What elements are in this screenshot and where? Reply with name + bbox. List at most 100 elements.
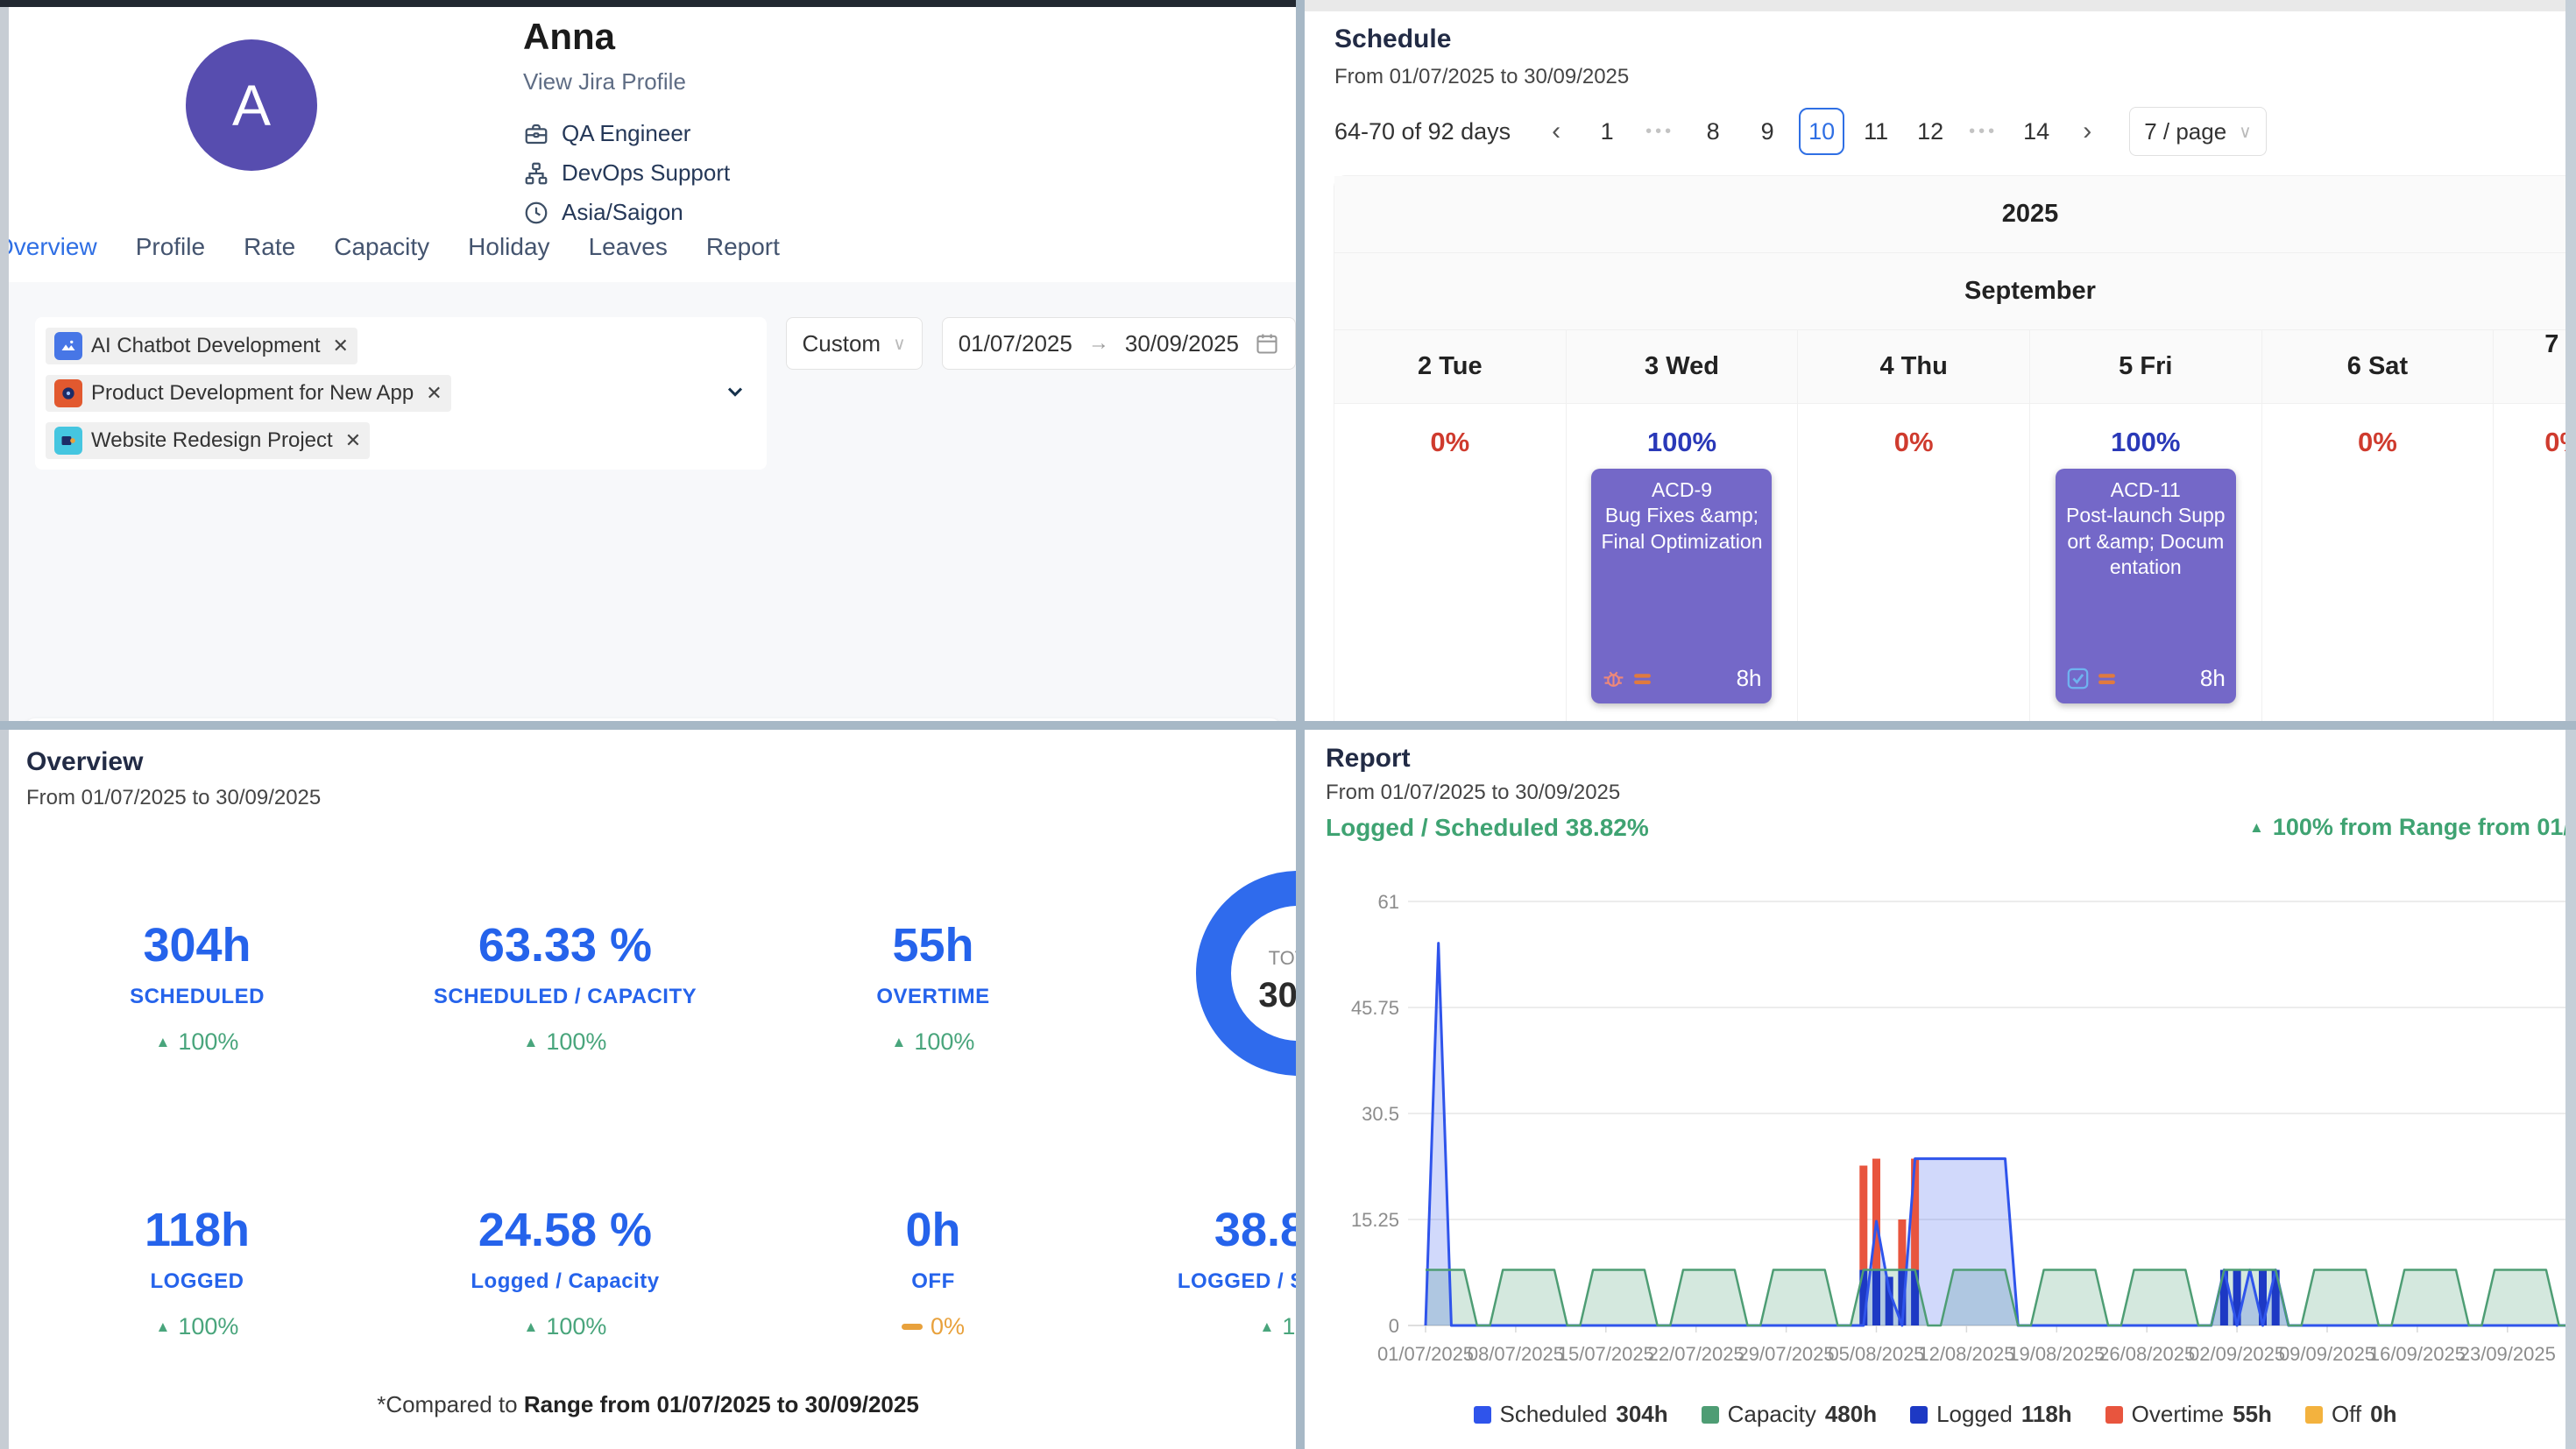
report-comparison: ▲ 100% from Range from 01/07/2025 to 30/… [2249,814,2576,841]
vertical-scrollbar[interactable] [2565,0,2576,721]
prev-page-button[interactable]: ‹ [1537,108,1575,155]
project-chip-label: AI Chatbot Development [91,334,320,358]
page-button-10[interactable]: 10 [1799,108,1844,155]
up-trend-icon: ▲ [1260,1318,1275,1336]
project-chip-product-development-for-new-app[interactable]: Product Development for New App✕ [46,375,451,412]
legend-item-off[interactable]: Off0h [2305,1401,2397,1428]
date-range-picker[interactable]: 01/07/2025 → 30/09/2025 [942,317,1296,370]
page-size-select[interactable]: 7 / page∨ [2129,107,2267,156]
calendar-icon [1255,331,1279,356]
calendar-year: 2025 [1334,176,2576,253]
up-trend-icon: ▲ [524,1318,539,1336]
svg-text:15.25: 15.25 [1351,1209,1399,1231]
page-button-11[interactable]: 11 [1853,108,1899,155]
stat-label: OVERTIME [749,985,1117,1009]
pagination-ellipsis[interactable]: ••• [1962,122,2005,142]
svg-text:09/09/2025: 09/09/2025 [2279,1343,2375,1365]
day-utilization-percent: 0% [1430,427,1469,458]
page-button-14[interactable]: 14 [2013,108,2059,155]
stat-delta: 0% [749,1313,1117,1340]
stat-label: Logged / Capacity [381,1269,749,1294]
view-jira-profile-link[interactable]: View Jira Profile [523,68,730,95]
legend-value: 118h [2021,1401,2072,1428]
calendar-cell-6-sat: 0% [2262,404,2495,721]
legend-item-capacity[interactable]: Capacity480h [1702,1401,1877,1428]
task-title: Post-launch Support &amp; Documentation [2063,503,2229,580]
stat-label: OFF [749,1269,1117,1294]
svg-text:08/07/2025: 08/07/2025 [1468,1343,1564,1365]
donut-center-value: 304h [1258,976,1296,1014]
remove-chip-icon[interactable]: ✕ [426,382,442,405]
profile-meta: QA Engineer DevOps Support Asia/Saigon [523,120,730,226]
profile-panel: A Anna View Jira Profile QA Engineer Dev… [0,0,1296,721]
calendar-day-header-7: 7 [2494,330,2576,403]
tab-rate[interactable]: Rate [244,233,295,261]
stat-label: LOGGED [13,1269,381,1294]
svg-text:02/09/2025: 02/09/2025 [2189,1343,2285,1365]
page-button-12[interactable]: 12 [1907,108,1953,155]
stat-value: 55h [749,918,1117,972]
stat-logged-capacity: 24.58 %Logged / Capacity▲100% [381,1203,749,1340]
date-from-value[interactable]: 01/07/2025 [959,330,1072,357]
stat-value: 38.82 % [1117,1203,1296,1257]
stat-delta: ▲ 100% [1117,1313,1296,1340]
calendar-cell-2-tue: 0% [1334,404,1567,721]
task-title: Bug Fixes &amp; Final Optimization [1598,503,1765,555]
remove-chip-icon[interactable]: ✕ [332,335,348,357]
chart-legend: Scheduled304h Capacity480h Logged118h Overt… [1305,1401,2565,1428]
stat-delta: ▲100% [749,1028,1117,1056]
mountains-project-icon [54,332,82,360]
footnote-prefix: *Compared to [377,1391,524,1417]
pagination: 64-70 of 92 days‹1•••89101112•••14›7 / p… [1334,107,2267,156]
calendar-day-header-3-wed: 3 Wed [1567,330,1799,403]
stat-delta-value: 100% [546,1313,606,1340]
range-type-select[interactable]: Custom ∨ [786,317,923,370]
tab-capacity[interactable]: Capacity [334,233,429,261]
task-hours: 8h [2200,664,2226,693]
project-chip-ai-chatbot-development[interactable]: AI Chatbot Development ✕ [46,328,357,364]
stat-delta-value: 0% [931,1313,965,1340]
tab-profile[interactable]: Profile [136,233,205,261]
tab-holiday[interactable]: Holiday [468,233,549,261]
stat-label: LOGGED / SCHEDULED [1117,1269,1296,1294]
total-donut-chart: TOTAL 304h [1185,859,1296,1092]
stat-logged: 118hLOGGED▲100% [13,1203,381,1340]
range-type-value: Custom [803,330,881,357]
page-button-8[interactable]: 8 [1690,108,1736,155]
legend-item-overtime[interactable]: Overtime55h [2105,1401,2272,1428]
vertical-scrollbar[interactable] [2565,730,2576,1449]
task-card-acd-9[interactable]: ACD-9Bug Fixes &amp; Final Optimization8… [1591,469,1772,703]
page-button-1[interactable]: 1 [1584,108,1630,155]
page-button-9[interactable]: 9 [1744,108,1790,155]
svg-text:05/08/2025: 05/08/2025 [1828,1343,1924,1365]
task-card-acd-11[interactable]: ACD-11Post-launch Support &amp; Document… [2056,469,2236,703]
chevron-down-icon[interactable] [723,379,747,408]
resource-planning-dashboard: { "colors": { "accent": "#2563eb", "gree… [0,0,2576,1449]
schedule-title: Schedule [1334,25,1451,54]
day-utilization-percent: 0% [2358,427,2397,458]
stat-value: 118h [13,1203,381,1257]
tab-overview[interactable]: Overview [0,233,97,261]
stat-delta-value: 100% [1282,1313,1296,1340]
legend-item-scheduled[interactable]: Scheduled304h [1474,1401,1668,1428]
sidebar-edge [0,7,9,721]
calendar-cell-7: 0% [2494,404,2576,721]
avatar: A [186,39,317,171]
profile-timezone: Asia/Saigon [523,199,730,226]
footnote-range: Range from 01/07/2025 to 30/09/2025 [524,1391,919,1417]
calendar-month: September [1334,253,2576,330]
date-to-value[interactable]: 30/09/2025 [1125,330,1239,357]
task-check-icon [2066,667,2090,690]
arrow-right-icon: → [1088,331,1109,356]
next-page-button[interactable]: › [2068,108,2106,155]
project-chip-website-redesign-project[interactable]: Website Redesign Project✕ [46,422,370,459]
project-filter-multiselect[interactable]: AI Chatbot Development✕Product Developme… [35,317,767,470]
legend-item-logged[interactable]: Logged118h [1910,1401,2072,1428]
remove-chip-icon[interactable]: ✕ [345,429,361,452]
overview-panel: Overview From 01/07/2025 to 30/09/2025 3… [0,730,1296,1449]
tab-report[interactable]: Report [706,233,780,261]
priority-medium-icon [2097,668,2117,689]
tab-leaves[interactable]: Leaves [589,233,668,261]
pagination-ellipsis[interactable]: ••• [1638,122,1681,142]
svg-text:15/07/2025: 15/07/2025 [1558,1343,1654,1365]
